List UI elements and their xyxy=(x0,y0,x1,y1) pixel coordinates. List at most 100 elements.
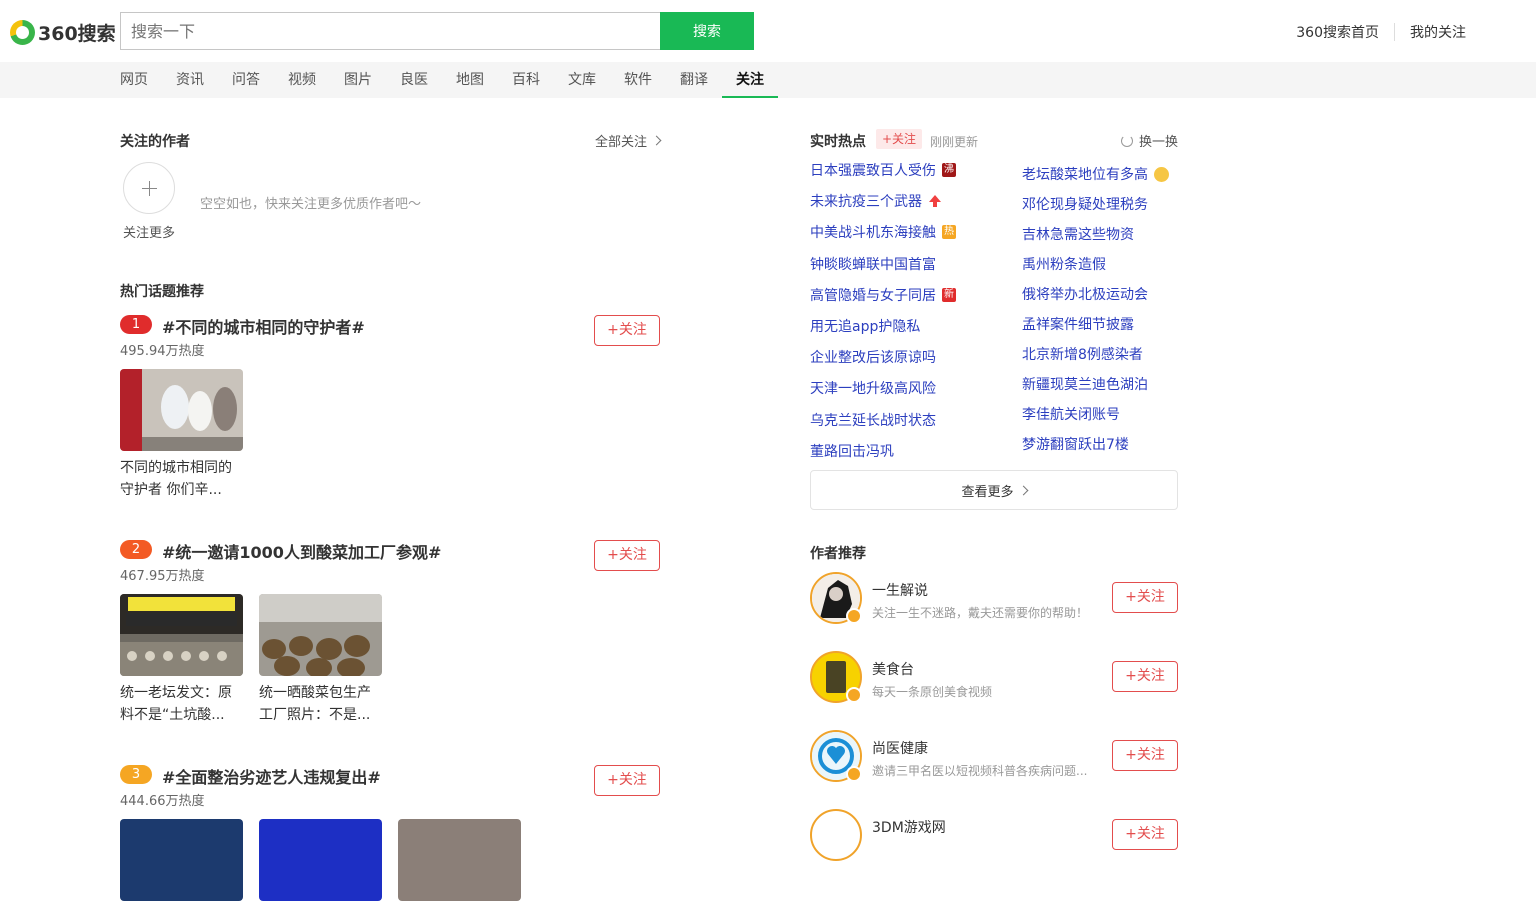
topic-thumbnail[interactable] xyxy=(398,819,521,901)
hot-item[interactable]: 吉林急需这些物资 xyxy=(1022,224,1134,244)
hot-item[interactable]: 董路回击冯巩 xyxy=(810,441,894,461)
author-name[interactable]: 一生解说 xyxy=(872,580,928,600)
verified-icon xyxy=(846,608,862,624)
top-links: 360搜索首页 我的关注 xyxy=(1296,22,1466,42)
hot-item-text: 钟睒睒蝉联中国首富 xyxy=(810,256,936,273)
topic-thumbnail[interactable] xyxy=(120,369,243,451)
tab-qa[interactable]: 问答 xyxy=(232,62,260,98)
follow-topic-button[interactable]: +关注 xyxy=(594,540,660,571)
hot-item[interactable]: 禹州粉条造假 xyxy=(1022,254,1106,274)
hot-item[interactable]: 钟睒睒蝉联中国首富 xyxy=(810,254,936,274)
topic-thumbnail[interactable] xyxy=(120,594,243,676)
topic-heat: 467.95万热度 xyxy=(120,569,205,584)
topic-title[interactable]: #全面整治劣迹艺人违规复出# xyxy=(162,764,381,788)
add-author-button[interactable] xyxy=(123,162,175,214)
search-button[interactable]: 搜索 xyxy=(660,12,754,50)
author-desc: 每天一条原创美食视频 xyxy=(872,685,993,699)
hot-item[interactable]: 邓伦现身疑处理税务 xyxy=(1022,194,1148,214)
hot-item-text: 未来抗疫三个武器 xyxy=(810,194,922,211)
follow-hot-tag[interactable]: +关注 xyxy=(876,129,923,149)
tab-baike[interactable]: 百科 xyxy=(512,62,540,98)
author-rec-title: 作者推荐 xyxy=(810,546,866,562)
hot-item-text: 俄将举办北极运动会 xyxy=(1022,287,1148,303)
hot-item[interactable]: 新疆现莫兰迪色湖泊 xyxy=(1022,374,1148,394)
laughing-emoji-icon xyxy=(1154,166,1169,182)
arrow-up-icon xyxy=(928,194,942,208)
hot-item[interactable]: 俄将举办北极运动会 xyxy=(1022,284,1148,304)
thumbnail-caption[interactable]: 不同的城市相同的守护者 你们辛... xyxy=(120,457,243,501)
logo-text: 360搜索 xyxy=(38,22,116,45)
hot-item-text: 禹州粉条造假 xyxy=(1022,257,1106,273)
hot-item-text: 高管隐婚与女子同居 xyxy=(810,287,936,304)
author-name[interactable]: 尚医健康 xyxy=(872,738,928,758)
hot-item[interactable]: 未来抗疫三个武器 xyxy=(810,191,942,211)
hot-item-text: 吉林急需这些物资 xyxy=(1022,227,1134,243)
hot-item-text: 董路回击冯巩 xyxy=(810,443,894,460)
hot-item-text: 乌克兰延长战时状态 xyxy=(810,412,936,429)
home-link[interactable]: 360搜索首页 xyxy=(1296,22,1379,42)
logo[interactable]: 360搜索 xyxy=(10,19,116,45)
author-card: 尚医健康 邀请三甲名医以短视频科普各疾病问题... +关注 xyxy=(810,730,1178,782)
topic-thumbnail[interactable] xyxy=(259,819,382,901)
thumbnail-caption[interactable]: 统一晒酸菜包生产工厂照片：不是... xyxy=(259,682,382,726)
tab-software[interactable]: 软件 xyxy=(624,62,652,98)
hot-item-text: 北京新增8例感染者 xyxy=(1022,347,1143,363)
follow-topic-button[interactable]: +关注 xyxy=(594,765,660,796)
follow-topic-button[interactable]: +关注 xyxy=(594,315,660,346)
topic-title[interactable]: #不同的城市相同的守护者# xyxy=(162,314,365,338)
all-follow-link[interactable]: 全部关注 xyxy=(595,131,662,150)
chevron-right-icon xyxy=(1018,485,1028,495)
hot-item[interactable]: 乌克兰延长战时状态 xyxy=(810,410,936,430)
tab-image[interactable]: 图片 xyxy=(344,62,372,98)
follow-author-button[interactable]: +关注 xyxy=(1112,582,1178,613)
follow-author-button[interactable]: +关注 xyxy=(1112,661,1178,692)
tab-video[interactable]: 视频 xyxy=(288,62,316,98)
chevron-right-icon xyxy=(651,135,662,146)
my-follow-link[interactable]: 我的关注 xyxy=(1410,22,1466,42)
hot-item[interactable]: 北京新增8例感染者 xyxy=(1022,344,1143,364)
view-more-button[interactable]: 查看更多 xyxy=(810,470,1178,510)
follow-author-button[interactable]: +关注 xyxy=(1112,740,1178,771)
hot-item-text: 中美战斗机东海接触 xyxy=(810,225,936,242)
avatar[interactable] xyxy=(810,809,862,861)
hot-topics-title: 热门话题推荐 xyxy=(120,284,204,300)
topic-title[interactable]: #统一邀请1000人到酸菜加工厂参观# xyxy=(162,539,441,563)
topic-thumbnail[interactable] xyxy=(120,819,243,901)
hot-item[interactable]: 日本强震致百人受伤沸 xyxy=(810,160,956,180)
author-desc: 关注一生不迷路，戴夫还需要你的帮助！ xyxy=(872,606,1089,620)
tab-map[interactable]: 地图 xyxy=(456,62,484,98)
hot-item-text: 邓伦现身疑处理税务 xyxy=(1022,197,1148,213)
hot-item-text: 日本强震致百人受伤 xyxy=(810,163,936,179)
update-status: 刚刚更新 xyxy=(930,135,979,149)
tab-webpage[interactable]: 网页 xyxy=(120,62,148,98)
tab-news[interactable]: 资讯 xyxy=(176,62,204,98)
hot-item[interactable]: 孟祥案件细节披露 xyxy=(1022,314,1134,334)
author-name[interactable]: 3DM游戏网 xyxy=(872,817,946,837)
category-nav: 网页 资讯 问答 视频 图片 良医 地图 百科 文库 软件 翻译 关注 xyxy=(0,62,1536,98)
hot-item[interactable]: 天津一地升级高风险 xyxy=(810,378,936,398)
hot-item[interactable]: 老坛酸菜地位有多高 xyxy=(1022,164,1169,184)
hot-item[interactable]: 高管隐婚与女子同居新 xyxy=(810,285,956,305)
topic-thumbnail[interactable] xyxy=(259,594,382,676)
author-name[interactable]: 美食台 xyxy=(872,659,914,679)
tab-wenku[interactable]: 文库 xyxy=(568,62,596,98)
tab-follow[interactable]: 关注 xyxy=(722,62,778,98)
rank-badge: 1 xyxy=(120,315,152,334)
followed-authors-title: 关注的作者 xyxy=(120,134,190,150)
search-input[interactable] xyxy=(120,12,661,50)
hot-item[interactable]: 用无追app护隐私 xyxy=(810,316,920,336)
hot-item-text: 企业整改后该原谅吗 xyxy=(810,350,936,367)
hot-item[interactable]: 梦游翻窗跃出7楼 xyxy=(1022,434,1129,454)
logo-icon xyxy=(10,19,35,45)
hot-item[interactable]: 中美战斗机东海接触热 xyxy=(810,222,956,242)
hot-item[interactable]: 企业整改后该原谅吗 xyxy=(810,347,936,367)
tab-doctor[interactable]: 良医 xyxy=(400,62,428,98)
topic-heat: 495.94万热度 xyxy=(120,344,205,359)
hot-badge: 沸 xyxy=(942,163,956,177)
refresh-button[interactable]: 换一换 xyxy=(1120,131,1178,150)
author-card: 3DM游戏网 +关注 xyxy=(810,809,1178,861)
tab-translate[interactable]: 翻译 xyxy=(680,62,708,98)
hot-item[interactable]: 李佳航关闭账号 xyxy=(1022,404,1120,424)
thumbnail-caption[interactable]: 统一老坛发文：原料不是“土坑酸... xyxy=(120,682,243,726)
add-author-label[interactable]: 关注更多 xyxy=(123,222,175,241)
